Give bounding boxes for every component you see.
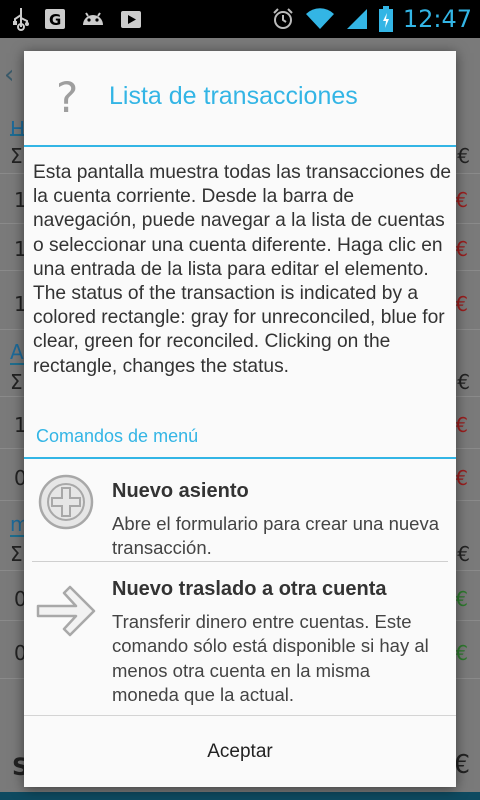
menu-commands-title: Comandos de menú (36, 426, 199, 446)
command-new-transfer: Nuevo traslado a otra cuenta Transferir … (24, 562, 456, 712)
bg-row-11-right: € (455, 641, 468, 665)
dialog-body-text: Esta pantalla muestra todas las transacc… (33, 162, 452, 377)
g-icon: G (45, 9, 65, 29)
dialog-header: ? Lista de transacciones (24, 51, 456, 146)
play-store-icon (121, 11, 141, 28)
bg-row-1-right: € (455, 188, 468, 212)
signal-icon (346, 9, 367, 29)
command-new-entry: Nuevo asiento Abre el formulario para cr… (24, 459, 456, 561)
bottom-strip (0, 792, 480, 800)
help-dialog: ? Lista de transacciones Esta pantalla m… (24, 51, 456, 787)
battery-icon (378, 6, 393, 32)
header-divider (24, 145, 456, 147)
bg-row-10-right: € (455, 587, 468, 611)
bg-row-3-right: € (455, 292, 468, 316)
bg-row-5-right: € (457, 370, 470, 394)
wifi-icon (305, 8, 334, 30)
command-title: Nuevo asiento (112, 480, 249, 502)
bg-row-6-right: € (455, 413, 468, 437)
command-title: Nuevo traslado a otra cuenta (112, 578, 387, 600)
android-icon (83, 12, 103, 25)
command-description: Transferir dinero entre cuentas. Este co… (112, 611, 429, 705)
add-circle-icon (38, 474, 94, 530)
svg-text:G: G (49, 11, 61, 29)
arrow-right-icon (36, 585, 96, 637)
bg-row-7-right: € (455, 466, 468, 490)
help-icon: ? (56, 73, 79, 122)
bg-row-9-left: Σ (10, 542, 23, 566)
bg-row-9-right: € (457, 542, 470, 566)
clock: 12:47 (402, 5, 472, 33)
bg-row-0-left: Σ (10, 144, 23, 168)
usb-icon (13, 8, 29, 31)
command-description: Abre el formulario para crear una nueva … (112, 513, 440, 559)
accept-button[interactable]: Aceptar (24, 716, 456, 787)
bg-row-5-left: Σ (10, 370, 23, 394)
dialog-title: Lista de transacciones (109, 82, 358, 110)
bg-row-2-right: € (455, 237, 468, 261)
status-bar: G 12:47 (0, 0, 480, 38)
alarm-icon (273, 8, 293, 29)
bg-row-0-right: € (457, 144, 470, 168)
bg-row-4-left: A (10, 340, 24, 364)
